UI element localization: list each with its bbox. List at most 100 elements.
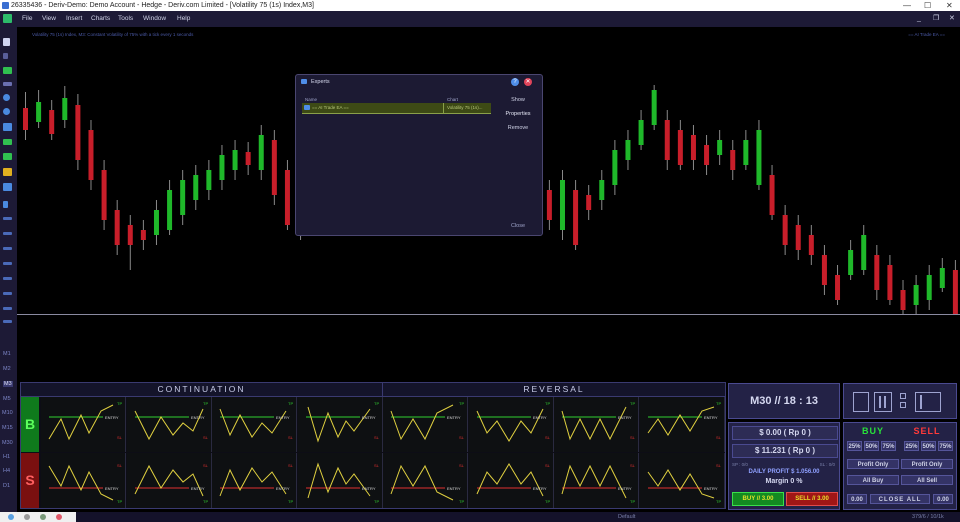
close-all-buy-button[interactable]: All Buy: [847, 475, 899, 485]
buy-pct-25-button[interactable]: 25%: [847, 441, 862, 451]
menu-view[interactable]: View: [42, 11, 56, 27]
buy-falling-wedge-pattern[interactable]: TP ENTRY SL: [212, 397, 297, 452]
help-button[interactable]: ?: [511, 78, 519, 86]
window-maximize-button[interactable]: ☐: [924, 0, 931, 11]
sell-pct-25-button[interactable]: 25%: [904, 441, 919, 451]
menu-window[interactable]: Window: [143, 11, 166, 27]
taskbar-app-icon-4[interactable]: [56, 514, 62, 520]
buy-rising-channel-pattern[interactable]: TP ENTRY SL: [639, 397, 725, 452]
vline-icon[interactable]: [3, 247, 12, 250]
sell-double-bottom-pattern[interactable]: TP ENTRY SL: [383, 453, 468, 508]
buy-pennant-pattern[interactable]: TP ENTRY SL: [297, 397, 383, 452]
line-chart-icon[interactable]: [3, 82, 12, 86]
cursor-icon[interactable]: [3, 201, 8, 208]
buy-triple-bottom-pattern[interactable]: TP ENTRY SL: [554, 397, 639, 452]
experts-icon[interactable]: [3, 153, 12, 160]
timeframe-clock-box: M30 // 18 : 13: [728, 383, 840, 419]
timeframe-m30[interactable]: M30: [2, 440, 13, 446]
grid-icon[interactable]: [3, 123, 12, 131]
taskbar-app-icon[interactable]: [8, 514, 14, 520]
sell-pct-75-button[interactable]: 75%: [938, 441, 953, 451]
menu-tools[interactable]: Tools: [118, 11, 133, 27]
arrow-icon[interactable]: [3, 307, 12, 310]
timeframe-h4[interactable]: H4: [3, 468, 10, 474]
columns-icon[interactable]: [874, 392, 892, 412]
timeframe-m10[interactable]: M10: [2, 410, 13, 416]
child-close-button[interactable]: ✕: [949, 11, 955, 27]
candles-icon[interactable]: [3, 67, 12, 74]
zoom-out-icon[interactable]: [3, 108, 10, 115]
spread-left: SP : 0/0: [732, 462, 748, 467]
menu-insert[interactable]: Insert: [66, 11, 82, 27]
pattern-sl-tag: SL: [374, 435, 380, 440]
close-all-button[interactable]: CLOSE ALL: [870, 494, 930, 504]
shapes-icon[interactable]: [3, 320, 12, 323]
zoom-in-icon[interactable]: [3, 94, 10, 101]
auto-trading-icon[interactable]: [3, 139, 12, 145]
menu-file[interactable]: File: [22, 11, 32, 27]
expert-row[interactable]: == AI Trade EA == Volatility 75 (1s)...: [302, 103, 491, 114]
taskbar-app-icon-3[interactable]: [40, 514, 46, 520]
timeframe-m2[interactable]: M2: [3, 366, 11, 372]
channel-icon[interactable]: [3, 262, 12, 265]
candle-body: [232, 150, 238, 170]
sell-symmetric-triangle-pattern[interactable]: TP ENTRY SL: [126, 453, 212, 508]
window-minimize-button[interactable]: —: [903, 0, 911, 11]
candle-body: [769, 175, 775, 215]
window-icon[interactable]: [915, 392, 941, 412]
buy-profit-only-button[interactable]: Profit Only: [847, 459, 899, 469]
close-button[interactable]: Close: [496, 223, 540, 229]
show-button[interactable]: Show: [496, 97, 540, 103]
buy-button[interactable]: BUY // 3.00: [732, 492, 784, 506]
dots-icon[interactable]: [900, 393, 906, 399]
menu-help[interactable]: Help: [177, 11, 190, 27]
pattern-path: [307, 462, 370, 499]
sell-pennant-pattern[interactable]: TP ENTRY SL: [297, 453, 383, 508]
close-all-sell-button[interactable]: All Sell: [901, 475, 953, 485]
timeframe-d1[interactable]: D1: [3, 483, 10, 489]
sell-profit-only-button[interactable]: Profit Only: [901, 459, 953, 469]
hline-icon[interactable]: [3, 232, 12, 235]
sell-rising-channel-pattern[interactable]: TP ENTRY SL: [639, 453, 725, 508]
pattern-diagram: TP ENTRY SL: [647, 463, 721, 504]
templates-icon[interactable]: [3, 183, 12, 191]
properties-button[interactable]: Properties: [496, 111, 540, 117]
timeframe-m3[interactable]: M3: [3, 381, 13, 387]
sell-button[interactable]: SELL // 3.00: [786, 492, 838, 506]
pattern-diagram: TP ENTRY SL: [476, 401, 550, 442]
sell-pct-50-button[interactable]: 50%: [921, 441, 936, 451]
new-chart-icon[interactable]: [3, 38, 10, 46]
timeframe-m1[interactable]: M1: [3, 351, 11, 357]
folder-icon[interactable]: [3, 168, 12, 176]
window-close-button[interactable]: ✕: [946, 0, 953, 11]
buy-pct-75-button[interactable]: 75%: [881, 441, 896, 451]
pattern-sl-tag: SL: [374, 463, 380, 468]
pattern-sl-tag: SL: [459, 435, 465, 440]
buy-symmetric-triangle-pattern[interactable]: TP ENTRY SL: [126, 397, 212, 452]
taskbar-app-icon-2[interactable]: [24, 514, 30, 520]
text-icon[interactable]: [3, 292, 12, 295]
crosshair-icon[interactable]: [3, 53, 8, 59]
pattern-diagram: TP ENTRY SL: [476, 463, 550, 504]
buy-inverse-head-shoulders-pattern[interactable]: TP ENTRY SL: [468, 397, 554, 452]
pattern-path: [219, 467, 287, 497]
sell-triple-bottom-pattern[interactable]: TP ENTRY SL: [554, 453, 639, 508]
child-restore-button[interactable]: ❐: [933, 11, 939, 27]
sell-rising-triangle-pattern[interactable]: TP ENTRY SL: [41, 453, 126, 508]
trendline-icon[interactable]: [3, 217, 12, 220]
sell-inverse-head-shoulders-pattern[interactable]: TP ENTRY SL: [468, 453, 554, 508]
candle-body: [743, 140, 749, 165]
buy-rising-triangle-pattern[interactable]: TP ENTRY SL: [41, 397, 126, 452]
buy-pct-50-button[interactable]: 50%: [864, 441, 879, 451]
sell-falling-wedge-pattern[interactable]: TP ENTRY SL: [212, 453, 297, 508]
buy-double-bottom-pattern[interactable]: TP ENTRY SL: [383, 397, 468, 452]
dialog-close-button[interactable]: ✕: [524, 78, 532, 86]
timeframe-m15[interactable]: M15: [2, 425, 13, 431]
fibo-icon[interactable]: [3, 277, 12, 280]
timeframe-h1[interactable]: H1: [3, 454, 10, 460]
menu-charts[interactable]: Charts: [91, 11, 110, 27]
remove-button[interactable]: Remove: [496, 125, 540, 131]
layout-icon[interactable]: [853, 392, 869, 412]
child-minimize-button[interactable]: _: [917, 11, 921, 27]
timeframe-m5[interactable]: M5: [3, 396, 11, 402]
